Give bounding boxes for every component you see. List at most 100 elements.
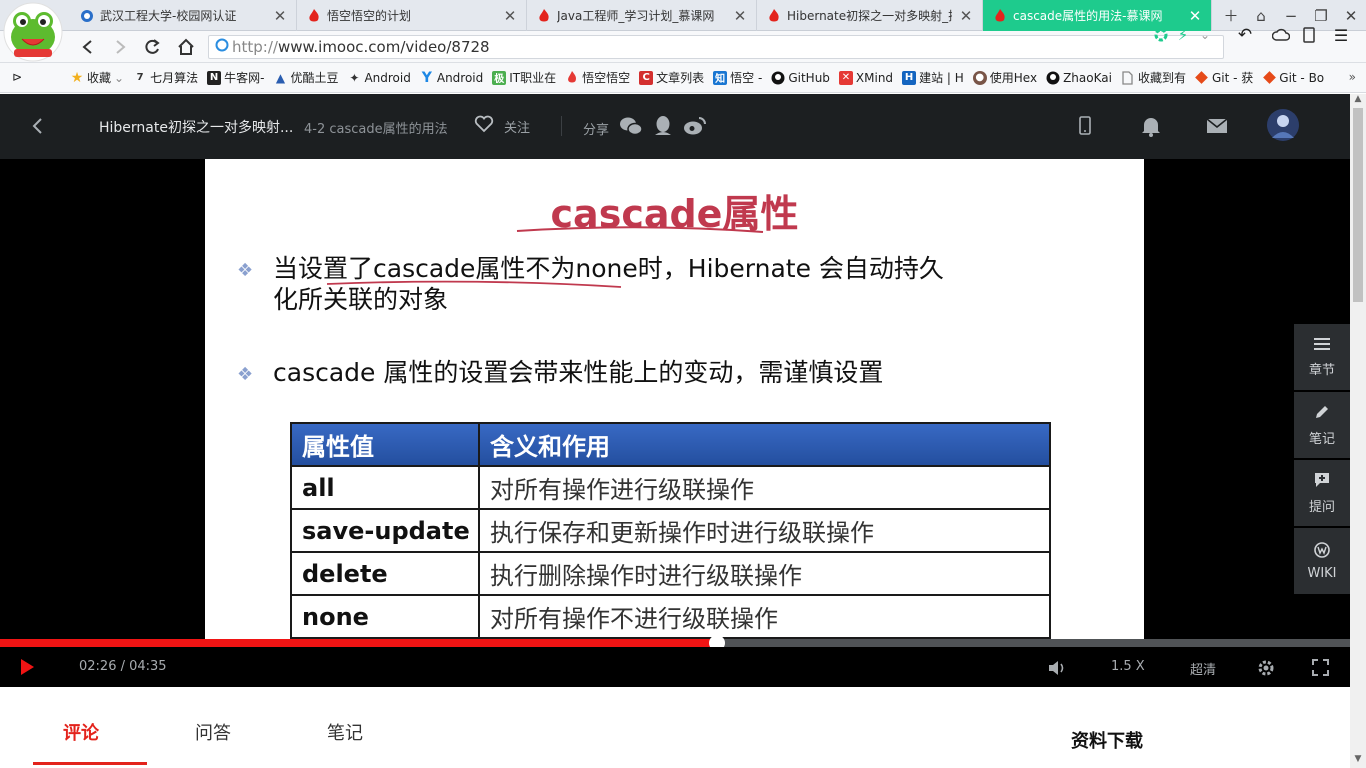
bookmark-item[interactable]: ✕ XMind <box>838 70 893 85</box>
xmind-icon: ✕ <box>838 70 853 85</box>
bookmark-item[interactable]: ★ 收藏 ⌄ <box>70 69 124 86</box>
security-check-icon[interactable] <box>1150 23 1172 47</box>
lightning-icon[interactable]: ⚡ <box>1172 23 1194 47</box>
flame-icon <box>993 8 1007 23</box>
browser-tab-2[interactable]: 悟空悟空的计划 ✕ <box>297 0 527 31</box>
player-controls: 02:26 / 04:35 1.5 X 超清 <box>0 647 1350 687</box>
bookmark-item[interactable]: N 牛客网- <box>207 69 264 86</box>
mobile-icon[interactable] <box>1073 114 1097 138</box>
cloud-icon[interactable] <box>1270 23 1292 47</box>
home-icon[interactable] <box>174 35 198 59</box>
tab-qa[interactable]: 问答 <box>195 719 231 745</box>
speed-button[interactable]: 1.5 X <box>1111 659 1145 674</box>
close-icon[interactable]: ✕ <box>958 7 974 25</box>
bookmark-item[interactable]: 收藏到有 <box>1121 69 1186 86</box>
scroll-thumb[interactable] <box>1353 108 1363 302</box>
qq-icon[interactable] <box>653 115 673 141</box>
close-icon[interactable]: ✕ <box>1187 7 1203 25</box>
maximize-icon[interactable]: ❐ <box>1306 7 1336 25</box>
share-group: 分享 <box>583 115 707 141</box>
lesson-title: 4-2 cascade属性的用法 <box>304 122 448 137</box>
browser-tab-1[interactable]: 武汉工程大学-校园网认证 ✕ <box>70 0 297 31</box>
page-scrollbar[interactable]: ▲ ▼ <box>1350 94 1366 768</box>
mail-icon[interactable] <box>1205 114 1229 138</box>
bullet2-text: cascade 属性的设置会带来性能上的变动，需谨慎设置 <box>273 358 884 387</box>
video-side-panel: 章节 笔记 提问 WIKI <box>1294 324 1350 596</box>
time-display: 02:26 / 04:35 <box>79 659 167 674</box>
reload-icon[interactable] <box>140 35 164 59</box>
nowcoder-icon: N <box>207 70 222 85</box>
scroll-down-icon[interactable]: ▼ <box>1350 754 1366 768</box>
close-icon[interactable]: ✕ <box>272 7 288 25</box>
ask-question-button[interactable]: 提问 <box>1294 460 1350 526</box>
bookmark-item[interactable]: GitHub <box>771 71 830 85</box>
notes-button[interactable]: 笔记 <box>1294 392 1350 458</box>
bullet-diamond-icon: ❖ <box>237 260 254 281</box>
progress-bar[interactable] <box>0 635 1350 651</box>
menu-icon[interactable]: ☰ <box>1330 23 1352 47</box>
dropdown-arrow-icon[interactable]: ⌄ <box>1194 23 1216 47</box>
play-icon[interactable] <box>18 658 36 680</box>
back-arrow-icon[interactable] <box>28 114 48 138</box>
url-protocol: http:// <box>232 38 278 56</box>
tab-notes[interactable]: 笔记 <box>327 719 363 745</box>
phone-icon[interactable] <box>1298 23 1320 47</box>
restore-tab-icon[interactable]: ⌂ <box>1246 7 1276 25</box>
ydoc-icon: Y <box>421 69 432 86</box>
wechat-icon[interactable] <box>619 116 643 140</box>
page-info-icon[interactable] <box>215 38 229 56</box>
window-close-icon[interactable]: ✕ <box>1336 7 1366 25</box>
table-cell-key: all <box>290 465 480 510</box>
bookmark-item[interactable]: ▲ 优酷土豆 <box>273 69 339 86</box>
bookmark-item[interactable]: ✦ Android <box>347 71 410 85</box>
bookmark-item[interactable]: Git - 获 <box>1195 69 1253 86</box>
active-tab-underline <box>33 762 147 765</box>
volume-icon[interactable] <box>1047 659 1067 681</box>
video-page-header: Hibernate初探之一对多映射... 4-2 cascade属性的用法 关注… <box>0 94 1350 159</box>
bookmark-item[interactable]: ZhaoKai <box>1046 71 1112 85</box>
tab-comments[interactable]: 评论 <box>63 719 99 745</box>
bookmark-item[interactable]: C 文章列表 <box>639 69 704 86</box>
course-title[interactable]: Hibernate初探之一对多映射... <box>99 117 293 137</box>
browser-tab-3[interactable]: Java工程师_学习计划_慕课网 ✕ <box>527 0 757 31</box>
browser-tab-4[interactable]: Hibernate初探之一对多映射_技术 ✕ <box>757 0 983 31</box>
bookmarks-overflow-icon[interactable]: » <box>1349 70 1356 84</box>
wiki-button[interactable]: WIKI <box>1294 528 1350 594</box>
bookmark-item[interactable]: H 建站 | H <box>902 69 964 86</box>
settings-gear-icon[interactable] <box>1257 659 1275 681</box>
browser-logo[interactable] <box>2 1 64 63</box>
bookmark-item[interactable]: ● 使用Hex <box>972 69 1037 86</box>
sidebar-toggle-icon[interactable]: ⊳ <box>12 70 22 84</box>
video-player[interactable]: cascade属性 ❖ 当设置了cascade属性不为none时，Hiberna… <box>0 159 1350 639</box>
bookmark-item[interactable]: 悟空悟空 <box>565 69 630 86</box>
close-icon[interactable]: ✕ <box>732 7 748 25</box>
follow-button[interactable]: 关注 <box>474 115 530 137</box>
bell-icon[interactable] <box>1139 114 1163 138</box>
back-icon[interactable] <box>76 35 100 59</box>
weibo-icon[interactable] <box>683 116 707 140</box>
table-header: 属性值 <box>290 422 480 467</box>
bookmark-item[interactable]: 极 IT职业在 <box>492 69 556 86</box>
avatar[interactable] <box>1266 108 1300 142</box>
tab-title: cascade属性的用法-慕课网 <box>1013 9 1163 23</box>
title-underline <box>516 226 764 233</box>
bookmark-item[interactable]: 知悟空 - <box>713 69 762 86</box>
scroll-up-icon[interactable]: ▲ <box>1350 94 1366 108</box>
below-player-section: 评论 问答 笔记 资料下载 <box>0 687 1350 768</box>
bookmark-item[interactable]: 7 七月算法 <box>133 69 199 86</box>
table-cell-key: delete <box>290 551 480 596</box>
table-row: none 对所有操作不进行级联操作 <box>290 594 1051 639</box>
bookmark-item[interactable]: Y Android <box>420 69 483 86</box>
quality-button[interactable]: 超清 <box>1190 659 1216 678</box>
minimize-icon[interactable]: − <box>1276 7 1306 25</box>
table-row: all 对所有操作进行级联操作 <box>290 465 1051 510</box>
chapters-button[interactable]: 章节 <box>1294 324 1350 390</box>
forward-icon[interactable] <box>108 35 132 59</box>
close-icon[interactable]: ✕ <box>502 7 518 25</box>
undo-icon[interactable]: ↶ <box>1234 23 1256 47</box>
url-input[interactable]: http:// www.imooc.com/video/8728 <box>208 35 1224 59</box>
fullscreen-icon[interactable] <box>1312 659 1329 680</box>
user-icon: ● <box>972 70 987 85</box>
bookmark-item[interactable]: Git - Bo <box>1262 71 1324 85</box>
jiker-icon: 极 <box>492 70 507 85</box>
